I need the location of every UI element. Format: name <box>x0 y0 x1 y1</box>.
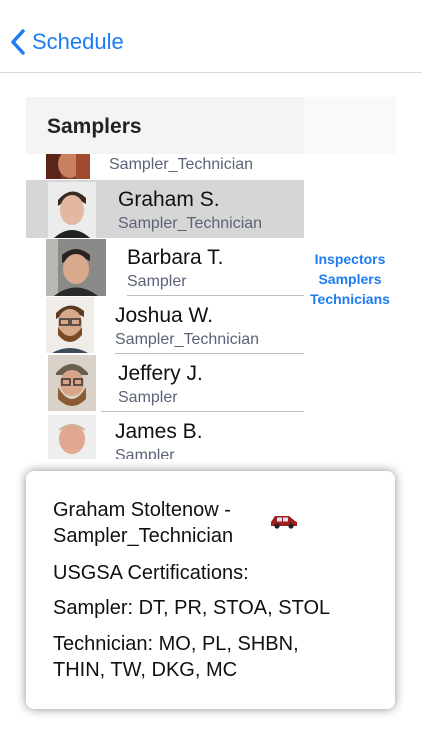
chevron-left-icon <box>11 29 25 55</box>
popup-sampler-certs: Sampler: DT, PR, STOA, STOL <box>53 597 331 619</box>
list-item-role: Sampler_Technician <box>118 215 263 232</box>
nav-bar: Schedule <box>0 0 422 73</box>
avatar <box>46 239 106 296</box>
car-icon <box>269 513 299 534</box>
section-header: Samplers <box>26 97 304 154</box>
popup-cert-heading: USGSA Certifications: <box>53 562 249 584</box>
section-title: Samplers <box>47 115 142 138</box>
list-item-name: James B. <box>115 420 203 443</box>
list-item-role: Sampler <box>115 447 175 459</box>
popup-name: Graham Stoltenow - <box>53 499 231 521</box>
index-header-area <box>304 97 396 154</box>
index-item-inspectors[interactable]: Inspectors <box>306 249 394 269</box>
list-item-graham[interactable]: Graham S. Sampler_Technician <box>26 180 304 238</box>
list-item[interactable]: Sampler_Technician <box>26 154 304 179</box>
list-item-name: Graham S. <box>118 188 220 211</box>
list-item-barbara[interactable]: Barbara T. Sampler <box>26 238 304 296</box>
list-item-jeffery[interactable]: Jeffery J. Sampler <box>26 354 304 412</box>
list-item-name: Barbara T. <box>127 246 224 269</box>
list-item-james[interactable]: James B. Sampler <box>26 412 304 459</box>
details-popup[interactable]: Graham Stoltenow - Sampler_Technician US… <box>26 471 395 709</box>
avatar <box>46 154 90 179</box>
avatar <box>48 355 96 411</box>
popup-technician-certs-1: Technician: MO, PL, SHBN, <box>53 633 299 655</box>
section-index[interactable]: Inspectors Samplers Technicians <box>306 249 394 309</box>
list-item-role: Sampler_Technician <box>115 331 260 348</box>
back-label: Schedule <box>32 29 124 54</box>
sampler-list[interactable]: Samplers Sampler_Technician Graham S. Sa… <box>26 97 396 459</box>
list-item-role: Sampler <box>127 273 187 290</box>
avatar <box>48 182 96 238</box>
index-item-samplers[interactable]: Samplers <box>306 269 394 289</box>
list-item-role: Sampler <box>118 389 178 406</box>
index-item-technicians[interactable]: Technicians <box>306 289 394 309</box>
avatar <box>48 415 96 459</box>
list-item-joshua[interactable]: Joshua W. Sampler_Technician <box>26 296 304 354</box>
popup-role: Sampler_Technician <box>53 525 234 547</box>
popup-technician-certs-2: THIN, TW, DKG, MC <box>53 659 238 681</box>
list-item-name: Jeffery J. <box>118 362 203 385</box>
avatar <box>46 297 94 353</box>
list-item-role: Sampler_Technician <box>109 156 254 173</box>
list-item-name: Joshua W. <box>115 304 214 327</box>
back-button[interactable]: Schedule <box>10 26 124 58</box>
